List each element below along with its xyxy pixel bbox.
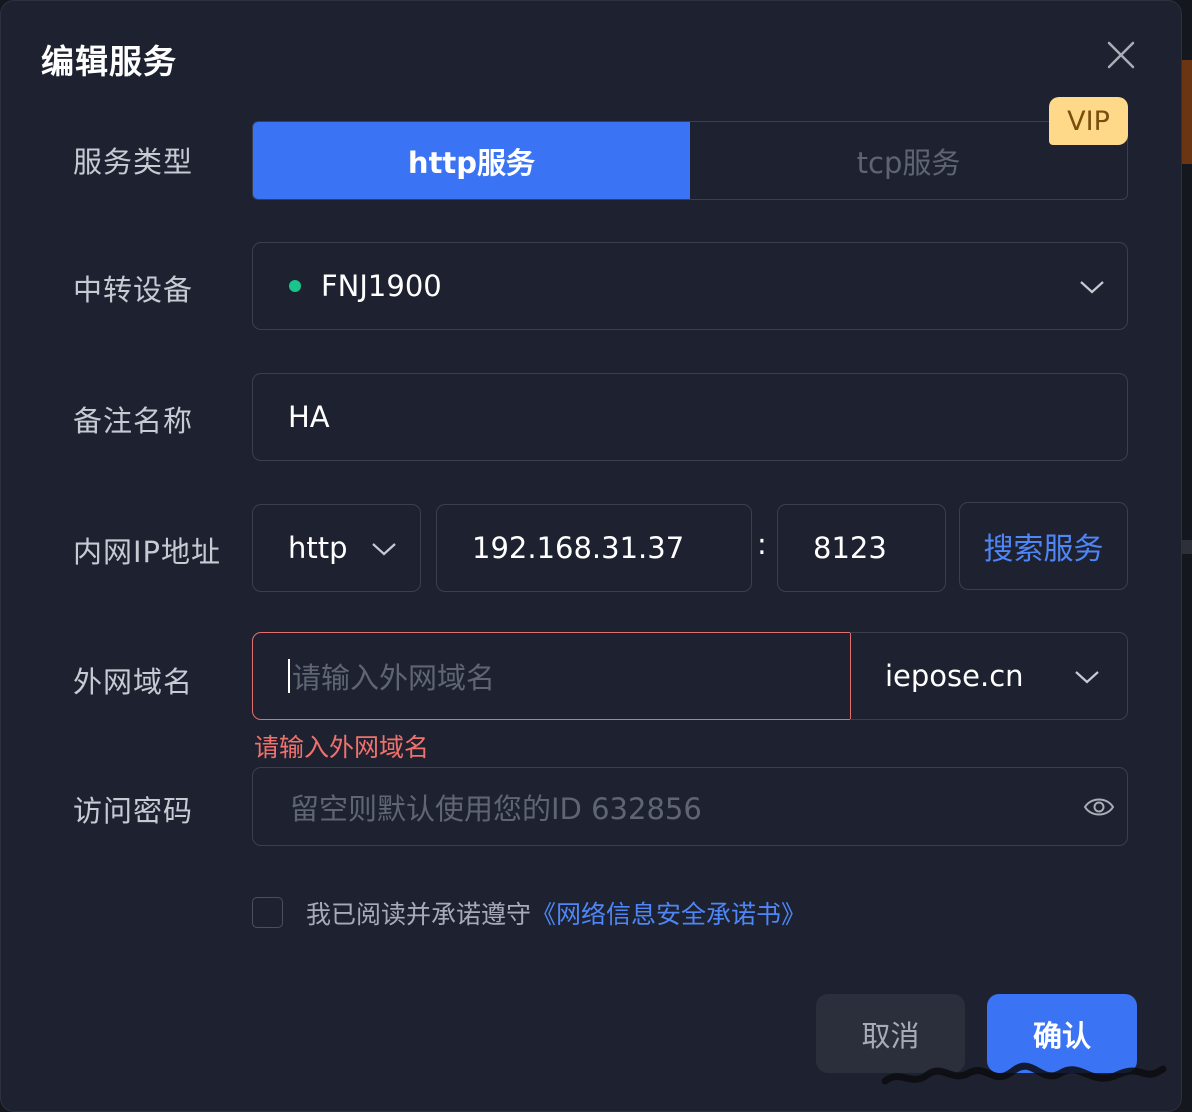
chevron-down-icon — [372, 543, 396, 556]
access-password-input[interactable]: 留空则默认使用您的ID 632856 — [252, 767, 1128, 846]
text-caret — [288, 659, 290, 693]
access-password-placeholder: 留空则默认使用您的ID 632856 — [290, 791, 702, 826]
eye-icon[interactable] — [1083, 795, 1115, 819]
access-password-label: 访问密码 — [73, 794, 194, 828]
edit-service-dialog: 编辑服务 服务类型 http服务 tcp服务 VIP 中转设备 FNJ1900 … — [0, 0, 1182, 1112]
close-button[interactable] — [1101, 35, 1141, 75]
remark-name-value: HA — [288, 400, 330, 434]
port-value: 8123 — [813, 531, 887, 565]
agreement-statement: 我已阅读并承诺遵守 — [306, 900, 532, 929]
http-service-option[interactable]: http服务 — [253, 122, 690, 199]
port-input[interactable]: 8123 — [777, 504, 946, 592]
remark-name-label: 备注名称 — [73, 404, 194, 438]
vip-badge: VIP — [1049, 97, 1128, 145]
agreement-checkbox[interactable] — [252, 897, 283, 928]
chevron-down-icon — [1080, 281, 1104, 294]
domain-suffix-select[interactable]: iepose.cn — [850, 632, 1128, 720]
chevron-down-icon — [1075, 671, 1099, 684]
public-domain-placeholder: 请输入外网域名 — [292, 661, 496, 695]
public-domain-input[interactable]: 请输入外网域名 — [252, 632, 851, 720]
domain-suffix-value: iepose.cn — [885, 659, 1024, 693]
lan-address-label: 内网IP地址 — [73, 535, 222, 569]
ip-port-separator: : — [757, 527, 767, 561]
relay-device-label: 中转设备 — [73, 273, 194, 307]
protocol-select[interactable]: http — [252, 504, 421, 592]
relay-device-value: FNJ1900 — [321, 269, 442, 303]
security-pledge-link[interactable]: 《网络信息安全承诺书》 — [531, 900, 806, 929]
watermark-scribble — [881, 1062, 1167, 1085]
agreement-text: 我已阅读并承诺遵守《网络信息安全承诺书》 — [306, 895, 806, 931]
online-status-dot — [289, 280, 301, 292]
service-type-toggle: http服务 tcp服务 — [252, 121, 1128, 200]
ip-input[interactable]: 192.168.31.37 — [436, 504, 752, 592]
public-domain-error: 请输入外网域名 — [254, 733, 430, 762]
search-service-button[interactable]: 搜索服务 — [959, 502, 1128, 590]
service-type-label: 服务类型 — [73, 145, 194, 179]
dialog-title: 编辑服务 — [41, 42, 177, 81]
public-domain-label: 外网域名 — [73, 665, 194, 699]
relay-device-select[interactable]: FNJ1900 — [252, 242, 1128, 330]
protocol-value: http — [288, 531, 348, 565]
remark-name-input[interactable]: HA — [252, 373, 1128, 461]
close-icon — [1107, 41, 1135, 69]
ip-value: 192.168.31.37 — [472, 531, 685, 565]
